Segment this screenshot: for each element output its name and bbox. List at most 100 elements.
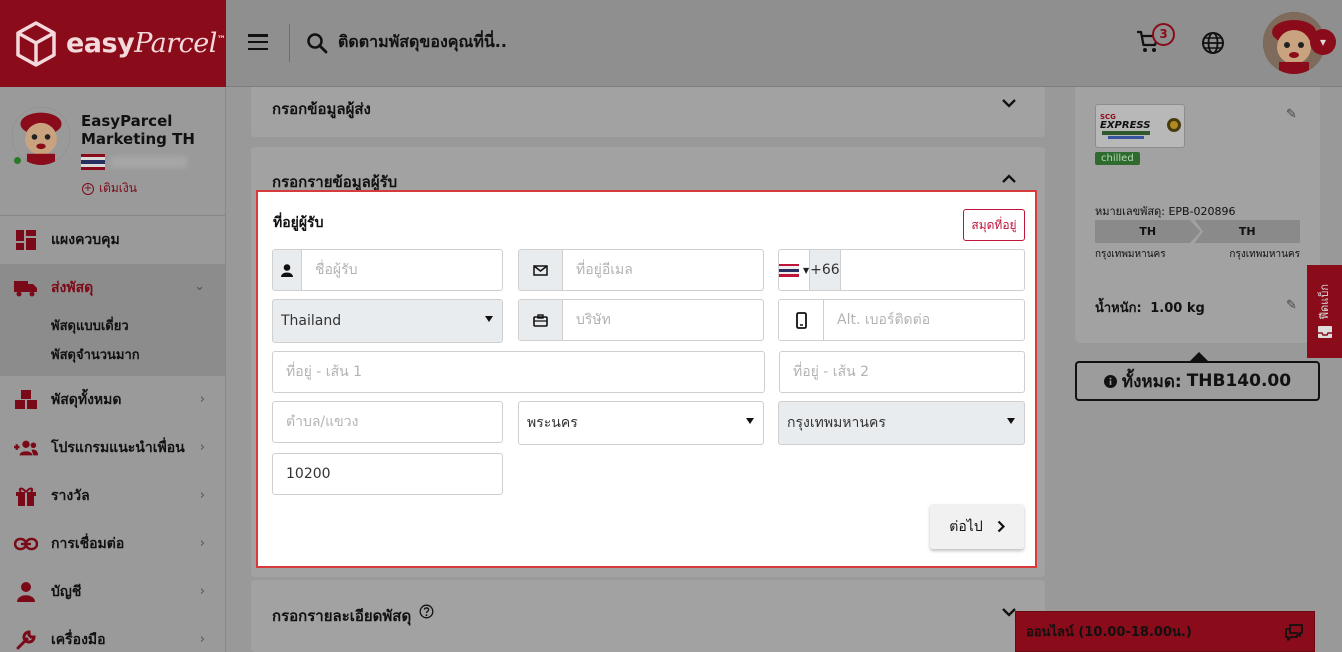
redacted-balance [111, 156, 187, 168]
alt-phone-input[interactable] [824, 300, 1024, 340]
address-line1-input[interactable] [273, 352, 764, 392]
language-button[interactable] [1201, 31, 1225, 59]
chevron-right-icon: › [199, 488, 205, 503]
sidebar-item-integration[interactable]: การเชื่อมต่อ › [0, 520, 225, 568]
thailand-flag-icon [779, 263, 799, 277]
phone-country-select[interactable]: ▼ [779, 250, 811, 290]
menu-toggle-icon[interactable] [248, 34, 268, 50]
email-field[interactable] [518, 249, 764, 291]
address-book-button[interactable]: สมุดที่อยู่ [963, 209, 1025, 241]
phone-field[interactable]: ▼ +66 [778, 249, 1025, 291]
chevron-right-icon: › [199, 584, 205, 599]
sidebar-item-all-parcels[interactable]: พัสดุทั้งหมด › [0, 376, 225, 424]
district-select[interactable]: พระนคร [518, 401, 764, 445]
search-icon [307, 32, 328, 53]
province-select[interactable]: กรุงเทพมหานคร [778, 401, 1025, 445]
cart-button[interactable]: 3 [1136, 23, 1175, 58]
sidebar-group-send-parcel: ส่งพัสดุ ⌄ พัสดุแบบเดี่ยว พัสดุจำนวนมาก [0, 264, 225, 376]
chevron-right-icon: › [199, 440, 205, 455]
next-button[interactable]: ต่อไป [930, 504, 1024, 549]
feedback-tab[interactable]: ฟีดแบ็ก [1307, 265, 1342, 358]
next-label: ต่อไป [949, 518, 983, 535]
email-input[interactable] [563, 250, 763, 290]
company-field[interactable] [518, 299, 764, 341]
topup-link[interactable]: + เติมเงิน [82, 179, 137, 198]
edit-weight-pencil-icon[interactable]: ✎ [1286, 298, 1297, 313]
link-icon [14, 532, 38, 556]
dashboard-icon [14, 228, 38, 252]
brand-name: easyParcel™ [66, 28, 226, 59]
phone-input[interactable] [840, 250, 1024, 290]
postcode-field[interactable] [272, 453, 503, 495]
help-circle-icon[interactable] [419, 604, 434, 619]
origin-city: กรุงเทพมหานคร [1095, 249, 1166, 260]
envelope-icon [519, 250, 563, 290]
svg-text:EXPRESS: EXPRESS [1100, 120, 1150, 131]
sidebar-item-label: โปรแกรมแนะนำเพื่อน [51, 440, 185, 456]
address-line1-field[interactable] [272, 351, 765, 393]
profile-panel: EasyParcel Marketing TH + เติมเงิน [0, 87, 225, 216]
postcode-input[interactable] [273, 454, 502, 494]
box-logo-icon [16, 20, 56, 67]
receiver-name-input[interactable] [302, 250, 502, 290]
globe-icon [1202, 32, 1224, 54]
chat-bubbles-icon [1285, 624, 1303, 641]
address-line2-field[interactable] [779, 351, 1025, 393]
sidebar-item-label: รางวัล [51, 488, 90, 504]
receiver-name-field[interactable] [272, 249, 503, 291]
service-tag: chilled [1095, 152, 1140, 165]
caret-down-icon: ▼ [803, 265, 810, 275]
user-icon [14, 580, 38, 604]
search-placeholder[interactable]: ติดตามพัสดุของคุณที่นี่.. [338, 30, 507, 55]
edit-courier-pencil-icon[interactable]: ✎ [1286, 107, 1297, 122]
address-line2-input[interactable] [780, 352, 1024, 392]
chevron-right-icon: › [199, 632, 205, 647]
subdistrict-field[interactable] [272, 401, 503, 443]
chevron-down-icon [1002, 608, 1016, 617]
feedback-label: ฟีดแบ็ก [1317, 283, 1331, 320]
sidebar: EasyParcel Marketing TH + เติมเงิน แผงคว… [0, 87, 226, 652]
chevron-right-icon: › [199, 392, 205, 407]
country-flag-row [81, 154, 187, 170]
gift-icon [14, 484, 38, 508]
cart-count-badge: 3 [1152, 23, 1175, 46]
sidebar-item-send-parcel[interactable]: ส่งพัสดุ ⌄ [0, 264, 225, 312]
sidebar-item-account[interactable]: บัญชี › [0, 568, 225, 616]
sidebar-item-label: บัญชี [51, 584, 82, 600]
tracking-search[interactable]: ติดตามพัสดุของคุณที่นี่.. [306, 30, 507, 55]
briefcase-icon [519, 300, 563, 340]
courier-logo: SCG EXPRESS [1095, 104, 1185, 148]
receiver-address-form: ที่อยู่ผู้รับ สมุดที่อยู่ ▼ +66 Thailand [256, 190, 1037, 568]
plus-circle-icon: + [82, 182, 94, 195]
thailand-flag-icon [81, 154, 105, 170]
subdistrict-input[interactable] [273, 402, 502, 442]
country-select[interactable]: Thailand [272, 299, 503, 343]
chevron-up-icon[interactable] [1002, 174, 1016, 184]
weight-row: น้ำหนัก: 1.00 kg [1095, 301, 1205, 316]
chevron-right-icon [997, 520, 1005, 533]
sender-section[interactable]: กรอกข้อมูลผู้ส่ง [251, 87, 1045, 137]
destination-code: TH [1194, 220, 1300, 243]
sidebar-item-label: แผงควบคุม [51, 232, 120, 248]
total-label: ทั้งหมด: [1121, 371, 1182, 392]
chevron-down-icon[interactable]: ▾ [1310, 29, 1336, 55]
brand-logo[interactable]: easyParcel™ [0, 0, 226, 87]
profile-name: EasyParcel Marketing TH [81, 112, 195, 148]
sidebar-subitem-bulk-parcel[interactable]: พัสดุจำนวนมาก [0, 341, 225, 370]
sidebar-item-label: พัสดุทั้งหมด [51, 392, 122, 408]
chevron-down-icon [1002, 99, 1016, 108]
chat-status-label: ออนไลน์ (10.00-18.00น.) [1026, 625, 1192, 640]
tracking-number: หมายเลขพัสดุ: EPB-020896 [1095, 205, 1236, 218]
sidebar-item-dashboard[interactable]: แผงควบคุม [0, 216, 225, 264]
truck-icon [14, 276, 38, 300]
sidebar-item-referral[interactable]: โปรแกรมแนะนำเพื่อน › [0, 424, 225, 472]
sidebar-item-tools[interactable]: เครื่องมือ › [0, 616, 225, 652]
sidebar-subitem-single-parcel[interactable]: พัสดุแบบเดี่ยว [0, 312, 225, 341]
company-input[interactable] [563, 300, 763, 340]
sidebar-item-label: เครื่องมือ [51, 632, 106, 648]
live-chat-bar[interactable]: ออนไลน์ (10.00-18.00น.) [1015, 611, 1315, 652]
alt-phone-field[interactable] [778, 299, 1025, 341]
parcel-section[interactable]: กรอกรายละเอียดพัสดุ [251, 580, 1045, 652]
destination-city: กรุงเทพมหานคร [1229, 249, 1300, 260]
sidebar-item-rewards[interactable]: รางวัล › [0, 472, 225, 520]
